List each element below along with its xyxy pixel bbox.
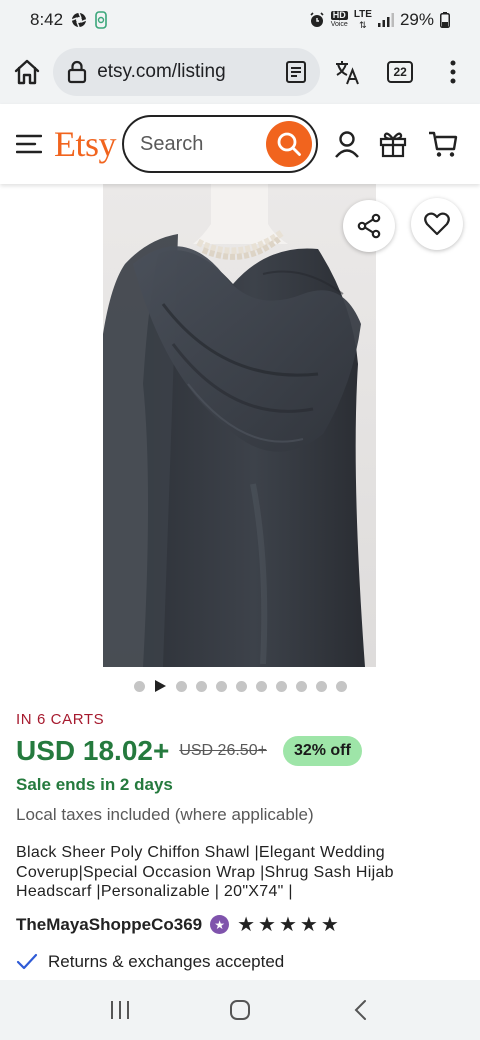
carousel-video-dot-active[interactable] — [154, 680, 166, 692]
star-icon: ★ — [278, 914, 298, 936]
carousel-dot[interactable] — [335, 680, 347, 692]
browser-toolbar: etsy.com/listing 22 — [0, 40, 480, 104]
checkmark-icon — [16, 953, 38, 970]
carousel-dot[interactable] — [235, 680, 247, 692]
notification-icon — [95, 11, 107, 29]
home-circle-icon — [230, 1000, 250, 1020]
returns-row: Returns & exchanges accepted — [16, 952, 284, 972]
star-icon: ★ — [320, 914, 340, 936]
lte-icon: LTE ⇅ — [353, 9, 372, 31]
share-button[interactable] — [343, 200, 395, 252]
lock-icon — [68, 60, 87, 84]
carousel-dot[interactable] — [195, 680, 207, 692]
home-button[interactable] — [0, 40, 53, 104]
carousel-dot[interactable] — [133, 680, 145, 692]
reader-mode-icon[interactable] — [284, 60, 308, 84]
carousel-dot[interactable] — [315, 680, 327, 692]
price-row: USD 18.02+ USD 26.50+ 32% off — [16, 735, 362, 767]
star-icon: ★ — [258, 914, 277, 936]
carousel-dot[interactable] — [215, 680, 227, 692]
more-vert-icon — [450, 60, 456, 84]
account-button[interactable] — [324, 104, 370, 184]
more-menu-button[interactable] — [427, 40, 480, 104]
carousel-indicator[interactable] — [0, 677, 480, 695]
product-image[interactable] — [103, 184, 376, 667]
translate-button[interactable] — [320, 40, 373, 104]
back-chevron-icon — [354, 1000, 366, 1020]
back-button[interactable] — [330, 980, 390, 1040]
sale-price: USD 18.02+ — [16, 735, 170, 766]
battery-percent: 29% — [399, 10, 434, 29]
carousel-dot[interactable] — [275, 680, 287, 692]
search-icon — [277, 132, 301, 156]
tabs-button[interactable]: 22 — [374, 40, 427, 104]
shop-row: TheMayaShoppeCo369 ★ ★ ★ ★ ★ ★ — [16, 912, 340, 937]
status-time: 8:42 — [30, 10, 64, 29]
rating-stars[interactable]: ★ ★ ★ ★ ★ — [237, 912, 340, 937]
system-nav-bar — [0, 980, 480, 1040]
share-icon — [357, 213, 381, 239]
hd-voice-icon: HD Voice — [330, 10, 348, 29]
url-bar[interactable]: etsy.com/listing — [53, 48, 321, 96]
url-text[interactable]: etsy.com/listing — [97, 61, 276, 83]
returns-text: Returns & exchanges accepted — [48, 952, 285, 971]
status-bar: 8:42 HD Voice LTE ⇅ 29% — [0, 0, 480, 40]
home-nav-button[interactable] — [210, 980, 270, 1040]
hamburger-icon — [16, 134, 42, 154]
star-icon: ★ — [299, 914, 319, 936]
carousel-dot[interactable] — [295, 680, 307, 692]
hd-label: HD — [330, 10, 348, 20]
user-icon — [335, 131, 359, 158]
star-seller-icon: ★ — [210, 915, 230, 934]
network-label: LTE — [353, 9, 372, 20]
heart-icon — [424, 212, 450, 236]
battery-icon — [440, 12, 450, 28]
listing-title: Black Sheer Poly Chiffon Shawl |Elegant … — [16, 844, 394, 900]
gift-icon — [379, 132, 407, 158]
in-carts-badge: IN 6 CARTS — [16, 711, 105, 728]
gifts-button[interactable] — [370, 104, 416, 184]
taxes-note: Local taxes included (where applicable) — [16, 805, 314, 824]
original-price: USD 26.50+ — [179, 742, 267, 759]
recent-apps-button[interactable] — [90, 980, 150, 1040]
tab-count: 22 — [387, 61, 414, 83]
carousel-dot[interactable] — [255, 680, 267, 692]
translate-icon — [335, 61, 359, 85]
etsy-logo[interactable]: Etsy — [54, 123, 117, 165]
search-box[interactable] — [122, 115, 319, 173]
aperture-icon — [71, 12, 87, 28]
cart-icon — [429, 131, 458, 157]
home-icon — [14, 59, 39, 85]
signal-icon — [377, 13, 394, 27]
product-gallery — [0, 184, 480, 669]
carousel-dot[interactable] — [175, 680, 187, 692]
favorite-button[interactable] — [411, 198, 463, 250]
shop-name-link[interactable]: TheMayaShoppeCo369 — [16, 915, 202, 935]
recents-icon — [111, 1001, 129, 1019]
alarm-icon — [309, 12, 325, 28]
search-button[interactable] — [266, 121, 313, 167]
menu-button[interactable] — [4, 104, 54, 184]
site-header: Etsy — [0, 104, 480, 184]
sale-ends-text: Sale ends in 2 days — [16, 775, 173, 794]
search-input[interactable] — [140, 132, 261, 156]
discount-badge: 32% off — [282, 736, 362, 766]
cart-button[interactable] — [420, 104, 466, 184]
star-icon: ★ — [237, 914, 257, 936]
